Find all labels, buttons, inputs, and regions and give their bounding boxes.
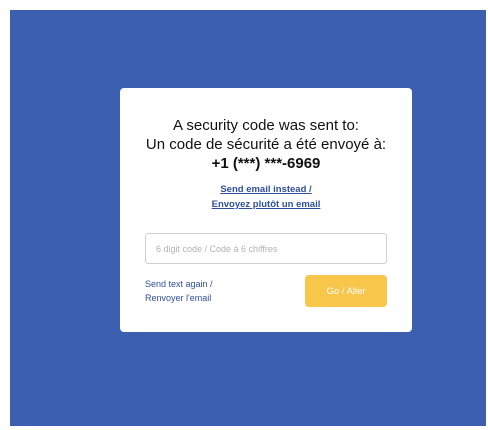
send-email-instead-link-french[interactable]: Envoyez plutôt un email <box>120 198 412 211</box>
dialog-heading-english: A security code was sent to: <box>173 117 359 134</box>
security-code-input[interactable] <box>145 233 387 264</box>
dialog-heading-french: Un code de sécurité a été envoyé à: <box>145 136 387 153</box>
page-background: A security code was sent to: Un code de … <box>10 10 486 426</box>
send-email-instead-link[interactable]: Send email instead / <box>120 183 412 196</box>
send-text-again-link[interactable]: Send text again / Renvoyer l'email <box>145 277 213 305</box>
send-text-again-label: Send text again / <box>145 279 213 289</box>
masked-phone-number: +1 (***) ***-6969 <box>211 155 321 172</box>
go-button[interactable]: Go / Aller <box>305 275 387 307</box>
security-code-dialog: A security code was sent to: Un code de … <box>120 88 412 332</box>
resend-label-french: Renvoyer l'email <box>145 293 212 303</box>
